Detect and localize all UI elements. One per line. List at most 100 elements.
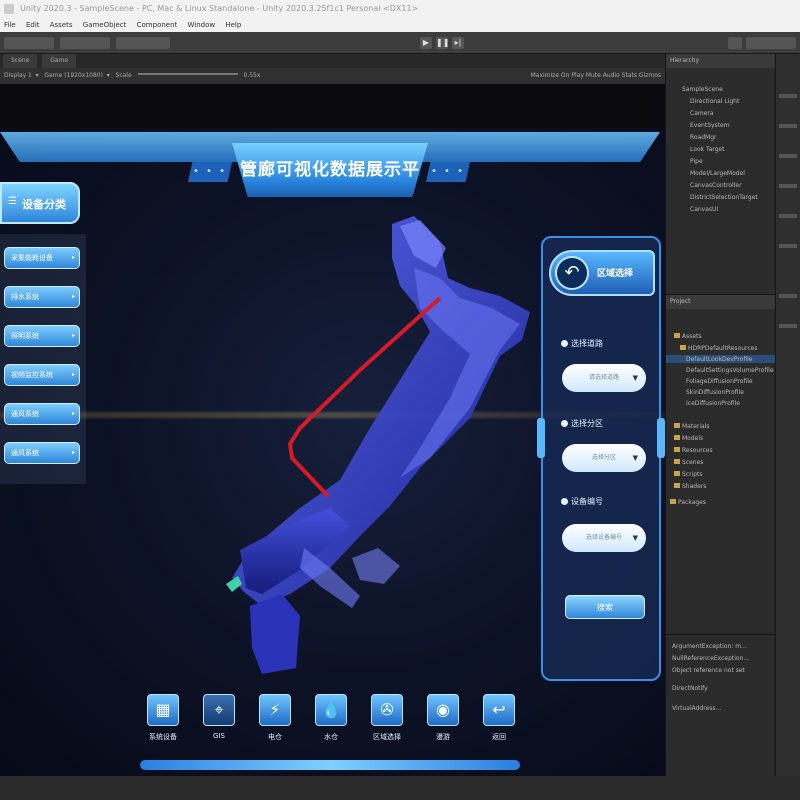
tab-game[interactable]: Game [42, 54, 77, 68]
play-button[interactable]: ▶ [420, 37, 432, 49]
category-item-ventilation-2[interactable]: 通风系统 ▸ [4, 442, 80, 464]
hierarchy-item[interactable]: CanvasUI [690, 206, 718, 213]
project-folder[interactable]: Packages [670, 499, 706, 506]
menu-edit[interactable]: Edit [26, 21, 40, 29]
layers-dropdown[interactable] [746, 37, 796, 49]
search-button[interactable]: 搜索 [565, 595, 645, 619]
folder-icon [670, 499, 676, 504]
transform-tools[interactable] [4, 37, 54, 49]
inspector-field[interactable] [779, 244, 797, 248]
bottom-item-water[interactable]: 💧 水仓 [311, 688, 351, 750]
display-dropdown[interactable]: Display 1 [4, 72, 32, 79]
hierarchy-item[interactable]: RoadMgr [690, 134, 717, 141]
device-number-select[interactable]: 选择设备编号 ▼ [562, 524, 646, 552]
road-select[interactable]: 请选择道路 ▼ [562, 364, 646, 392]
project-file[interactable]: DefaultSettingsVolumeProfile [686, 367, 774, 374]
caret-down-icon: ▼ [632, 374, 638, 382]
hierarchy-item[interactable]: SampleScene [682, 86, 723, 93]
menu-help[interactable]: Help [225, 21, 241, 29]
project-folder[interactable]: HDRPDefaultResources [680, 345, 757, 352]
pause-button[interactable]: ❚❚ [436, 37, 449, 49]
chevron-right-icon: ▸ [71, 293, 75, 300]
project-folder[interactable]: Materials [674, 423, 710, 430]
hierarchy-item[interactable]: Directional Light [690, 98, 739, 105]
bottom-item-system-devices[interactable]: ▦ 系统设备 [143, 688, 183, 750]
tab-project[interactable]: Project [666, 295, 775, 309]
folder-icon [674, 333, 680, 338]
project-folder[interactable]: Scenes [674, 459, 703, 466]
inspector-field[interactable] [779, 214, 797, 218]
console-entry[interactable]: ArgumentException: m... [672, 643, 747, 650]
hierarchy-item[interactable]: DistrictSelectionTarget [690, 194, 758, 201]
project-file[interactable]: FoliageDiffusionProfile [686, 378, 753, 385]
inspector-field[interactable] [779, 184, 797, 188]
area-selection-title: 区域选择 [597, 269, 634, 279]
title-dots-left: • • • [188, 162, 232, 182]
console-entry[interactable]: NullReferenceException... [672, 655, 749, 662]
tab-hierarchy[interactable]: Hierarchy [666, 54, 775, 68]
game-view-toggles[interactable]: Maximize On Play Mute Audio Stats Gizmos [531, 68, 661, 84]
project-folder[interactable]: Resources [674, 447, 713, 454]
pivot-toggle[interactable] [116, 37, 170, 49]
window-titlebar: Unity 2020.3 - SampleScene - PC, Mac & L… [0, 0, 800, 18]
console-entry[interactable]: VirtualAddress... [672, 705, 721, 712]
menu-assets[interactable]: Assets [50, 21, 73, 29]
project-folder[interactable]: Scripts [674, 471, 703, 478]
folder-icon [674, 423, 680, 428]
project-folder[interactable]: Models [674, 435, 703, 442]
menu-bar: File Edit Assets GameObject Component Wi… [0, 18, 800, 32]
menu-gameobject[interactable]: GameObject [83, 21, 127, 29]
console-entry[interactable]: DirectNotify [672, 685, 708, 692]
bullet-icon [561, 420, 568, 427]
category-item-video[interactable]: 视频监控系统 ▸ [4, 364, 80, 386]
tab-scene[interactable]: Scene [3, 54, 38, 68]
tool-handles[interactable] [60, 37, 110, 49]
hierarchy-item[interactable]: Look Target [690, 146, 725, 153]
caret-down-icon: ▼ [632, 454, 638, 462]
project-file[interactable]: IceDiffusionProfile [686, 400, 740, 407]
inspector-field[interactable] [779, 154, 797, 158]
scale-slider[interactable] [137, 73, 238, 75]
bottom-item-roam[interactable]: ◉ 漫游 [423, 688, 463, 750]
project-folder[interactable]: Shaders [674, 483, 706, 490]
zone-select[interactable]: 选择分区 ▼ [562, 444, 646, 472]
game-view[interactable]: • • • • • • 管廊可视化数据展示平台 ☰ 设备分类 采集能耗设备 ▸ 排… [0, 128, 665, 776]
menu-window[interactable]: Window [188, 21, 216, 29]
hierarchy-item[interactable]: EventSystem [690, 122, 730, 129]
grid-icon: ▦ [147, 694, 179, 726]
hierarchy-item[interactable]: Model/LargeModel [690, 170, 745, 177]
hierarchy-item[interactable]: Camera [690, 110, 714, 117]
step-button[interactable]: ▸| [452, 37, 464, 49]
resolution-dropdown[interactable]: Game (1920x1080) [44, 72, 103, 79]
console-entry[interactable]: Object reference not set [672, 667, 745, 674]
folder-icon [674, 447, 680, 452]
bottom-item-label: GIS [213, 732, 225, 740]
device-category-list: 采集能耗设备 ▸ 排水系统 ▸ 照明系统 ▸ 视频监控系统 ▸ 通风系统 ▸ 通风系统 ▸ [0, 234, 86, 484]
inspector-field[interactable] [779, 294, 797, 298]
category-item-ventilation[interactable]: 通风系统 ▸ [4, 403, 80, 425]
bottom-item-power[interactable]: ⚡ 电仓 [255, 688, 295, 750]
bullet-icon [561, 340, 568, 347]
category-item-energy[interactable]: 采集能耗设备 ▸ [4, 247, 80, 269]
collab-icon[interactable] [728, 37, 742, 49]
category-item-label: 通风系统 [11, 449, 39, 457]
back-arrow-icon[interactable]: ↶ [555, 256, 589, 290]
hierarchy-item[interactable]: Pipe [690, 158, 703, 165]
device-category-header[interactable]: ☰ 设备分类 [0, 182, 80, 224]
bottom-item-area-select[interactable]: ✇ 区域选择 [367, 688, 407, 750]
inspector-field[interactable] [779, 124, 797, 128]
zone-label: 选择分区 [561, 418, 603, 429]
bottom-item-gis[interactable]: ⌖ GIS [199, 688, 239, 750]
inspector-field[interactable] [779, 94, 797, 98]
project-file[interactable]: SkinDiffusionProfile [686, 389, 744, 396]
category-item-lighting[interactable]: 照明系统 ▸ [4, 325, 80, 347]
menu-component[interactable]: Component [137, 21, 178, 29]
road-label: 选择道路 [561, 338, 603, 349]
bottom-item-return[interactable]: ↩ 返回 [479, 688, 519, 750]
project-file[interactable]: DefaultLookDevProfile [686, 356, 753, 363]
category-item-drainage[interactable]: 排水系统 ▸ [4, 286, 80, 308]
hierarchy-item[interactable]: CanvasController [690, 182, 742, 189]
inspector-field[interactable] [779, 324, 797, 328]
menu-file[interactable]: File [4, 21, 16, 29]
project-folder[interactable]: Assets [674, 333, 702, 340]
